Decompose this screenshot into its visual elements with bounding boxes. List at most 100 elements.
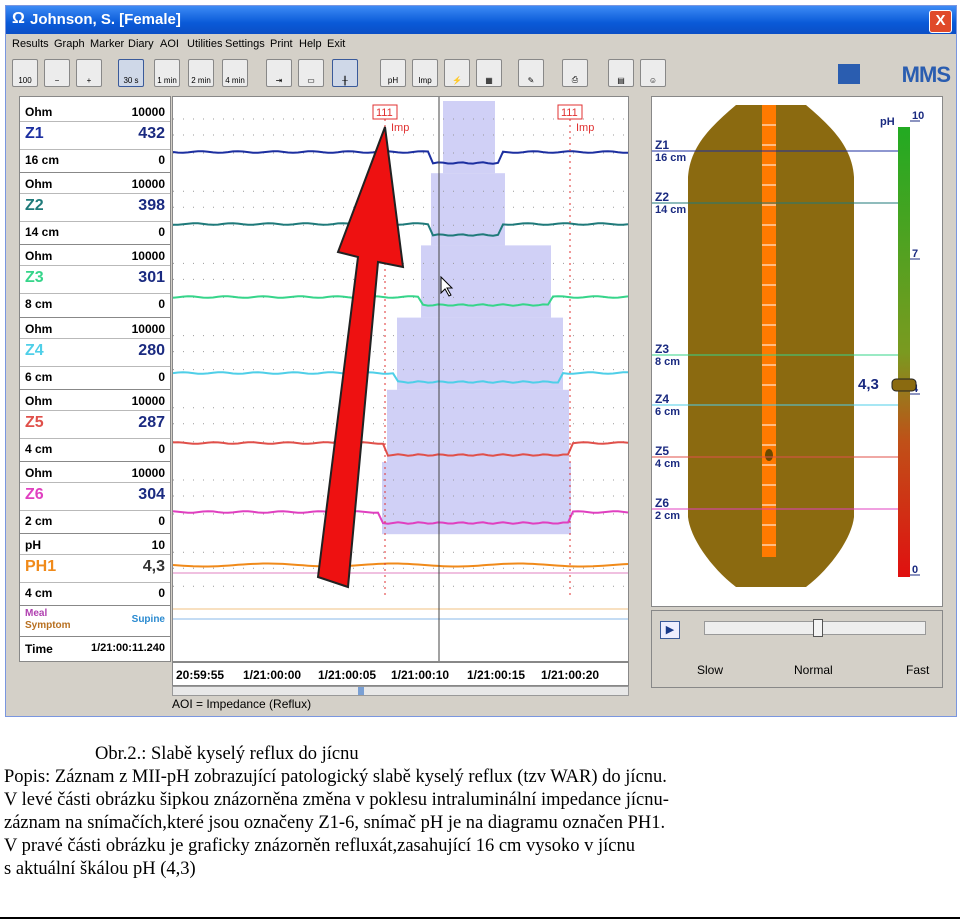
ph-report-icon[interactable]: pH xyxy=(380,59,406,87)
ph-scale-label: 10 xyxy=(912,110,924,122)
channel-row: Ohm 10000 Z5 287 4 cm 0 xyxy=(20,390,170,462)
channel-min: 0 xyxy=(158,441,165,456)
impedance-report-icon[interactable]: Imp xyxy=(412,59,438,87)
ruler-icon[interactable]: ▭ xyxy=(298,59,324,87)
channel-max: 10000 xyxy=(131,466,165,480)
sensor-position: 2 cm xyxy=(655,510,680,522)
channel-name: Z5 xyxy=(25,413,44,431)
scroll-thumb[interactable] xyxy=(358,687,364,695)
menu-marker[interactable]: Marker xyxy=(90,38,124,50)
channel-max: 10000 xyxy=(131,105,165,119)
menu-results[interactable]: Results xyxy=(12,38,49,50)
channel-max: 10 xyxy=(151,538,165,553)
channel-value: 304 xyxy=(138,486,165,503)
sensor-position: 6 cm xyxy=(655,406,680,418)
divider xyxy=(20,293,170,295)
menu-settings[interactable]: Settings xyxy=(225,38,265,50)
impedance-trace-z1 xyxy=(172,150,628,165)
channel-unit: Ohm xyxy=(25,393,53,408)
close-button[interactable]: X xyxy=(929,10,952,33)
channel-position: 8 cm xyxy=(25,297,53,312)
channel-name: Z2 xyxy=(25,197,44,215)
channel-position: 16 cm xyxy=(25,153,60,167)
time-label: Time xyxy=(25,642,53,657)
zoom-out-icon[interactable]: − xyxy=(44,59,70,87)
divider xyxy=(20,554,170,556)
ph-sensor-icon xyxy=(765,449,773,461)
tracing-graph[interactable]: 111 Imp 111 Imp xyxy=(172,96,629,662)
ph-scale-label: 0 xyxy=(912,564,918,576)
channel-unit: Ohm xyxy=(25,249,53,264)
menu-print[interactable]: Print xyxy=(270,38,293,50)
sensor-position: 4 cm xyxy=(655,458,680,470)
sensor-position: 8 cm xyxy=(655,356,680,368)
caption-line: V pravé části obrázku je graficky znázor… xyxy=(4,836,635,856)
timescale-2min-label: 2 min xyxy=(191,76,211,85)
timescale-2min-icon[interactable]: 2 min xyxy=(188,59,214,87)
channel-min: 0 xyxy=(158,153,165,167)
channel-row: Ohm 10000 Z3 301 8 cm 0 xyxy=(20,245,170,317)
ph-scale-title: pH xyxy=(880,116,895,128)
channel-position: 4 cm xyxy=(25,441,53,456)
zoom-in-icon[interactable]: + xyxy=(76,59,102,87)
aoi-region xyxy=(387,389,569,462)
menu-aoi[interactable]: AOI xyxy=(160,38,179,50)
sensor-name: Z3 xyxy=(655,342,669,356)
channel-value: 280 xyxy=(138,341,165,359)
ph-impedance-report-icon[interactable]: ⚡ xyxy=(444,59,470,87)
menu-diary[interactable]: Diary xyxy=(128,38,154,50)
channel-row: Ohm 10000 Z6 304 2 cm 0 xyxy=(20,462,170,534)
menu-help[interactable]: Help xyxy=(299,38,322,50)
marker-arrow-icon[interactable]: ⇥ xyxy=(266,59,292,87)
caption-line: Popis: Záznam z MII-pH zobrazující patol… xyxy=(4,767,667,787)
channel-value: 398 xyxy=(138,197,165,215)
channel-value: 432 xyxy=(138,125,165,142)
marker-number: 111 xyxy=(376,107,393,119)
ph-trace xyxy=(172,562,629,568)
print-preview-icon[interactable]: ✎ xyxy=(518,59,544,87)
figure-caption: Obr.2.: Slabě kyselý reflux do jícnu Pop… xyxy=(4,743,956,881)
book-icon[interactable]: ▤ xyxy=(608,59,634,87)
timescale-30s-label: 30 s xyxy=(123,76,139,85)
speed-fast-label: Fast xyxy=(906,663,930,677)
time-tick: 1/21:00:00 xyxy=(243,668,302,682)
divider xyxy=(20,582,170,584)
menu-exit[interactable]: Exit xyxy=(327,38,345,50)
divider xyxy=(20,149,170,150)
time-scrollbar[interactable] xyxy=(172,686,629,696)
channel-name: PH1 xyxy=(25,558,57,576)
menu-bar: Results Graph Marker Diary AOI Utilities… xyxy=(6,34,956,54)
menu-utilities[interactable]: Utilities xyxy=(187,38,222,50)
timescale-30s-icon[interactable]: 30 s xyxy=(118,59,144,87)
speed-slider[interactable] xyxy=(704,619,926,637)
sensor-name: Z5 xyxy=(655,444,669,458)
speed-slider-thumb[interactable] xyxy=(813,619,823,637)
printer-icon[interactable]: ⎙ xyxy=(562,59,588,87)
calipers-icon[interactable]: ╫ xyxy=(332,59,358,87)
sensor-position: 14 cm xyxy=(655,204,686,216)
marker-label: Imp xyxy=(391,122,409,134)
sensor-name: Z6 xyxy=(655,496,669,510)
channel-max: 10000 xyxy=(131,321,165,336)
impedance-report-label: Imp xyxy=(418,76,432,85)
divider xyxy=(20,636,170,638)
patient-icon[interactable]: ☺ xyxy=(640,59,666,87)
zoom-100-icon[interactable]: 100 xyxy=(12,59,38,87)
caption-line: s aktuální škálou pH (4,3) xyxy=(4,859,196,879)
aoi-region xyxy=(397,317,563,390)
ph-report-label: pH xyxy=(387,76,399,85)
timescale-4min-icon[interactable]: 4 min xyxy=(222,59,248,87)
brand-logo: MMS xyxy=(901,62,951,87)
timescale-1min-icon[interactable]: 1 min xyxy=(154,59,180,87)
current-ph-value: 4,3 xyxy=(858,376,879,393)
time-value: 1/21:00:11.240 xyxy=(90,642,165,655)
playback-panel: ▶ Slow Normal Fast xyxy=(651,610,943,688)
play-button[interactable]: ▶ xyxy=(660,621,680,639)
menu-graph[interactable]: Graph xyxy=(54,38,85,50)
channel-min: 0 xyxy=(158,225,165,240)
timescale-1min-label: 1 min xyxy=(157,76,177,85)
summary-report-icon[interactable]: ▦ xyxy=(476,59,502,87)
sensor-name: Z2 xyxy=(655,190,669,204)
speed-slow-label: Slow xyxy=(697,663,724,677)
time-tick: 1/21:00:05 xyxy=(318,668,377,682)
